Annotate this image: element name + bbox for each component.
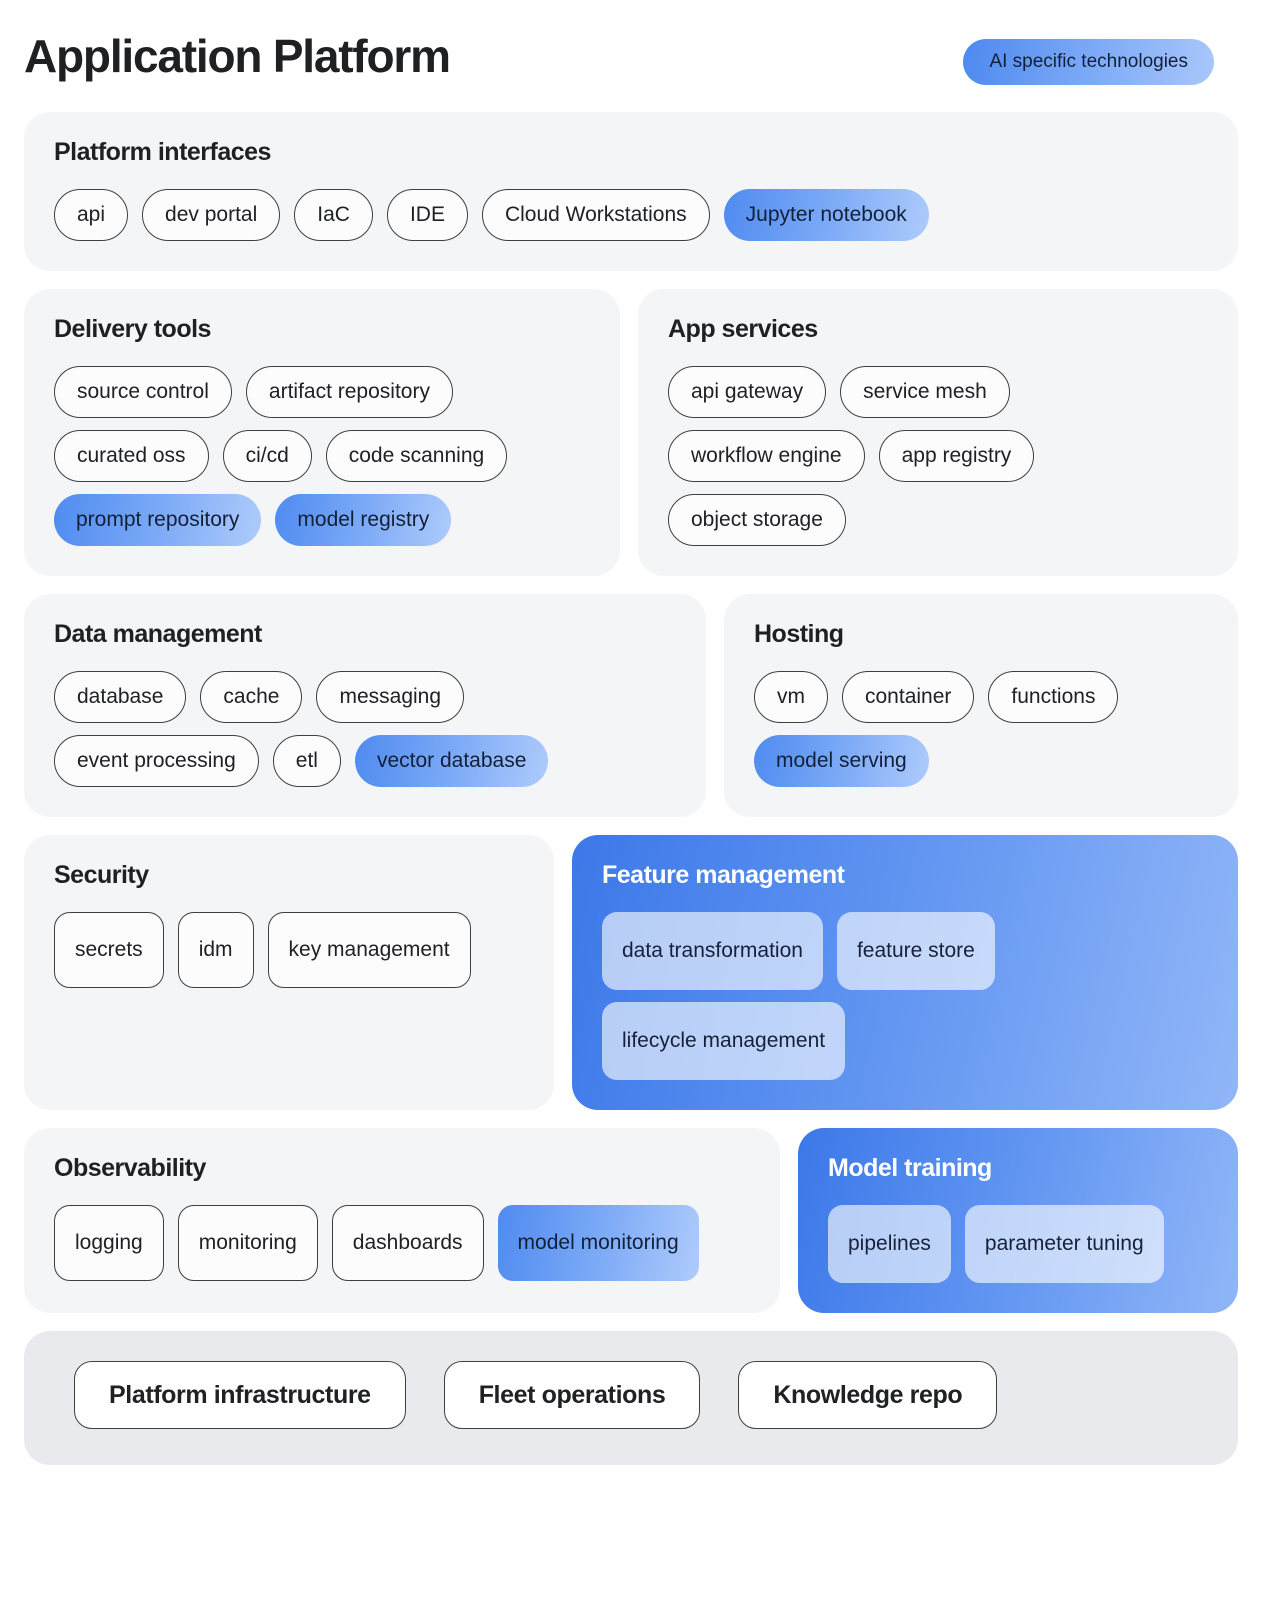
pill-group-observability: logging monitoring dashboards model moni… [54,1205,750,1281]
pill-messaging[interactable]: messaging [316,671,465,723]
card-foundation: Platform infrastructure Fleet operations… [24,1331,1238,1465]
pill-source-control[interactable]: source control [54,366,232,418]
pill-dashboards[interactable]: dashboards [331,1205,484,1281]
card-title-data-management: Data management [54,620,262,648]
pill-code-scanning[interactable]: code scanning [325,430,508,482]
pill-secrets[interactable]: secrets [54,912,164,988]
pill-ide[interactable]: IDE [386,189,468,241]
pill-group-delivery-tools: source control artifact repository curat… [54,366,590,546]
row-data-and-hosting: Data management database cache messaging… [24,594,1238,817]
page-title: Application Platform [24,30,451,82]
pill-feature-store[interactable]: feature store [836,912,995,990]
card-title-app-services: App services [668,315,818,343]
card-observability: Observability logging monitoring dashboa… [24,1128,780,1313]
pill-monitoring[interactable]: monitoring [177,1205,318,1281]
pill-service-mesh[interactable]: service mesh [840,366,1010,418]
card-title-delivery-tools: Delivery tools [54,315,211,343]
row-observability-and-model-training: Observability logging monitoring dashboa… [24,1128,1238,1313]
card-data-management: Data management database cache messaging… [24,594,706,817]
pill-workflow-engine[interactable]: workflow engine [668,430,865,482]
pill-idm[interactable]: idm [177,912,254,988]
diagram-header: Application Platform AI specific technol… [24,0,1238,112]
pill-pipelines[interactable]: pipelines [828,1205,951,1283]
row-delivery-and-app-services: Delivery tools source control artifact r… [24,289,1238,576]
card-title-platform-interfaces: Platform interfaces [54,138,271,166]
pill-object-storage[interactable]: object storage [668,494,846,546]
pill-vm[interactable]: vm [754,671,828,723]
pill-iac[interactable]: IaC [294,189,373,241]
pill-cache[interactable]: cache [200,671,303,723]
card-security: Security secrets idm key management [24,835,554,1110]
card-hosting: Hosting vm container functions model ser… [724,594,1238,817]
pill-database[interactable]: database [54,671,187,723]
pill-knowledge-repo[interactable]: Knowledge repo [738,1361,998,1429]
row-platform-interfaces: Platform interfaces api dev portal IaC I… [24,112,1238,271]
pill-group-feature-management: data transformation feature store lifecy… [602,912,1208,1080]
pill-event-processing[interactable]: event processing [54,735,259,787]
pill-group-hosting: vm container functions model serving [754,671,1208,787]
card-delivery-tools: Delivery tools source control artifact r… [24,289,620,576]
pill-api-gateway[interactable]: api gateway [668,366,827,418]
pill-group-data-management: database cache messaging event processin… [54,671,676,787]
pill-group-platform-interfaces: api dev portal IaC IDE Cloud Workstation… [54,189,1208,241]
pill-curated-oss[interactable]: curated oss [54,430,209,482]
legend-ai-technologies: AI specific technologies [963,39,1214,85]
pill-data-transformation[interactable]: data transformation [602,912,823,990]
diagram-canvas: Application Platform AI specific technol… [0,0,1262,1600]
card-title-security: Security [54,861,149,889]
pill-dev-portal[interactable]: dev portal [142,189,281,241]
row-security-and-feature-management: Security secrets idm key management Feat… [24,835,1238,1110]
pill-vector-database[interactable]: vector database [354,735,549,787]
pill-group-app-services: api gateway service mesh workflow engine… [668,366,1208,546]
pill-jupyter-notebook[interactable]: Jupyter notebook [723,189,929,241]
pill-key-management[interactable]: key management [267,912,471,988]
pill-group-foundation: Platform infrastructure Fleet operations… [54,1357,1208,1435]
pill-logging[interactable]: logging [54,1205,164,1281]
card-feature-management: Feature management data transformation f… [572,835,1238,1110]
pill-cloud-workstations[interactable]: Cloud Workstations [481,189,710,241]
pill-group-security: secrets idm key management [54,912,524,988]
row-foundation: Platform infrastructure Fleet operations… [24,1331,1238,1465]
pill-model-serving[interactable]: model serving [754,735,929,787]
pill-platform-infrastructure[interactable]: Platform infrastructure [74,1361,406,1429]
card-title-model-training: Model training [828,1154,992,1182]
pill-prompt-repository[interactable]: prompt repository [54,494,262,546]
pill-api[interactable]: api [54,189,129,241]
card-model-training: Model training pipelines parameter tunin… [798,1128,1238,1313]
pill-ci-cd[interactable]: ci/cd [222,430,312,482]
card-app-services: App services api gateway service mesh wo… [638,289,1238,576]
card-title-observability: Observability [54,1154,206,1182]
pill-etl[interactable]: etl [272,735,341,787]
pill-model-registry[interactable]: model registry [275,494,452,546]
pill-group-model-training: pipelines parameter tuning [828,1205,1208,1283]
pill-artifact-repository[interactable]: artifact repository [245,366,453,418]
pill-app-registry[interactable]: app registry [878,430,1035,482]
card-title-hosting: Hosting [754,620,844,648]
pill-parameter-tuning[interactable]: parameter tuning [964,1205,1164,1283]
pill-container[interactable]: container [842,671,975,723]
card-platform-interfaces: Platform interfaces api dev portal IaC I… [24,112,1238,271]
pill-lifecycle-management[interactable]: lifecycle management [602,1002,846,1080]
card-title-feature-management: Feature management [602,861,845,889]
pill-fleet-operations[interactable]: Fleet operations [443,1361,701,1429]
pill-model-monitoring[interactable]: model monitoring [497,1205,699,1281]
pill-functions[interactable]: functions [988,671,1119,723]
